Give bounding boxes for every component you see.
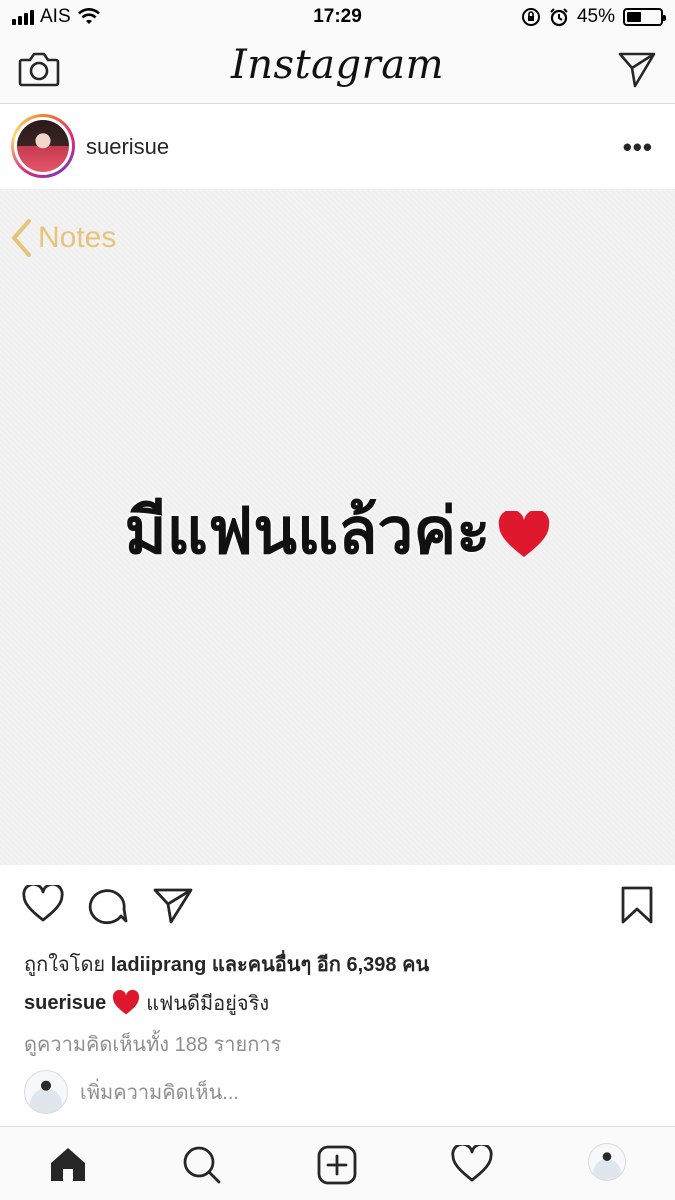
post-header: suerisue ••• (0, 104, 675, 190)
red-heart-icon (498, 511, 549, 558)
comment-icon[interactable] (88, 885, 128, 925)
view-all-comments-link[interactable]: ดูความคิดเห็นทั้ง 188 รายการ (24, 1028, 281, 1060)
likes-user[interactable]: ladiiprang (111, 954, 207, 976)
post-image-text: มีแฟนแล้วค่ะ (0, 480, 675, 582)
likes-suffix: และคนอื่นๆ อีก 6,398 คน (211, 954, 430, 976)
caption-username[interactable]: suerisue (24, 992, 106, 1015)
status-right: 45% (521, 6, 666, 28)
notes-back-label: Notes (38, 221, 117, 254)
more-options-icon[interactable]: ••• (623, 132, 653, 163)
add-comment-row[interactable]: เพิ่มความคิดเห็น... (24, 1070, 239, 1114)
bookmark-icon[interactable] (620, 885, 654, 925)
rotation-lock-icon (521, 8, 540, 26)
caption-text: แฟนดีมีอยู่จริง (146, 993, 270, 1015)
battery-icon (623, 8, 666, 26)
profile-avatar[interactable] (588, 1143, 626, 1181)
caption: suerisue แฟนดีมีอยู่จริง (24, 987, 269, 1019)
app-header: Instagram (0, 34, 675, 104)
search-icon[interactable] (182, 1145, 222, 1185)
share-icon[interactable] (152, 885, 194, 925)
current-user-avatar (24, 1070, 68, 1114)
post-image[interactable]: Notes มีแฟนแล้วค่ะ (0, 190, 675, 865)
post-actions (0, 865, 675, 945)
post-username[interactable]: suerisue (86, 134, 169, 160)
story-ring[interactable] (11, 114, 75, 178)
add-post-icon[interactable] (316, 1145, 358, 1185)
home-icon[interactable] (48, 1145, 88, 1183)
add-comment-input[interactable]: เพิ่มความคิดเห็น... (80, 1076, 239, 1108)
bottom-tab-bar (0, 1126, 675, 1200)
instagram-logo: Instagram (230, 42, 444, 88)
activity-heart-icon[interactable] (451, 1145, 493, 1183)
battery-percent: 45% (576, 6, 615, 27)
alarm-icon (550, 8, 568, 27)
notes-back-link: Notes (10, 218, 116, 258)
direct-message-icon[interactable] (617, 49, 657, 89)
likes-prefix: ถูกใจโดย (24, 954, 106, 976)
avatar[interactable] (17, 120, 69, 172)
likes-line[interactable]: ถูกใจโดย ladiiprang และคนอื่นๆ อีก 6,398… (24, 948, 429, 980)
announcement-text: มีแฟนแล้วค่ะ (124, 495, 491, 569)
status-bar: AIS 17:29 45% (0, 0, 675, 34)
chevron-left-icon (12, 219, 31, 257)
like-heart-icon[interactable] (22, 885, 64, 923)
red-heart-icon (113, 990, 140, 1015)
